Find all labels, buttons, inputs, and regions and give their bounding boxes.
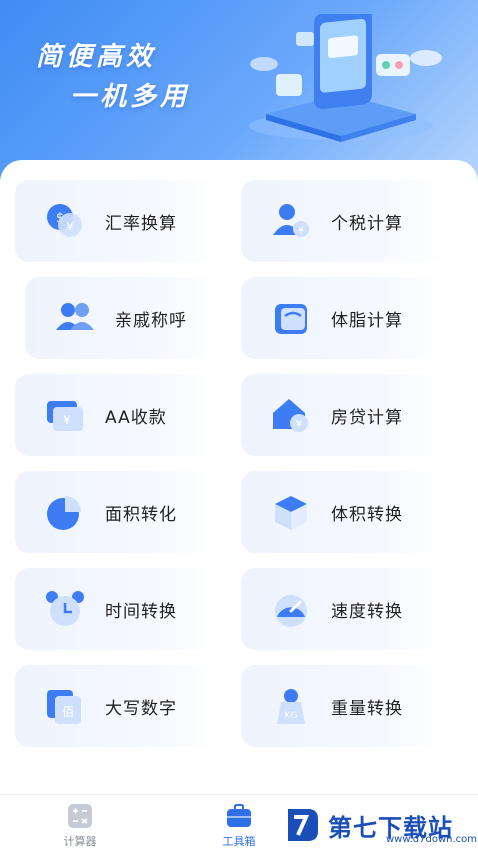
watermark-url: www.d7down.com [386,834,478,845]
area-pie-icon [43,490,87,534]
phone-illustration-icon [249,14,442,142]
site-watermark: 第七下载站 www.d7down.com [282,800,478,850]
weight-kg-icon: KG [269,684,313,728]
watermark-logo-icon [288,809,318,841]
tool-card-relatives[interactable]: 亲戚称呼 [25,277,220,359]
alarm-clock-icon [43,587,87,631]
tool-label: 速度转换 [331,601,403,622]
toolbox-panel: $¥ 汇率换算 ¥ 个税计算 亲戚称呼 体脂计算 ¥ AA收款 ¥ 房贷计算 [0,160,478,800]
svg-text:佰: 佰 [62,705,74,719]
tool-label: 体积转换 [331,504,403,525]
svg-text:¥: ¥ [298,226,304,236]
tool-card-weight[interactable]: KG 重量转换 [241,665,446,747]
tool-card-capital-number[interactable]: 佰 大写数字 [15,665,220,747]
banner-slogan-line2: 一机多用 [70,82,191,112]
tool-card-aa-payment[interactable]: ¥ AA收款 [15,374,220,456]
nav-label: 工具箱 [222,835,256,848]
house-loan-icon: ¥ [269,393,313,437]
cube-icon [269,490,313,534]
tool-label: 房贷计算 [331,407,403,428]
banner-slogan-line1: 简便高效 [36,42,157,72]
nav-tab-calculator[interactable]: 计算器 [25,795,135,851]
tool-card-house-loan[interactable]: ¥ 房贷计算 [241,374,446,456]
tool-label: 面积转化 [105,504,177,525]
nav-tab-toolbox[interactable]: 工具箱 [184,795,294,851]
calculator-icon [67,803,93,829]
tool-card-time[interactable]: 时间转换 [15,568,220,650]
svg-text:¥: ¥ [63,413,71,427]
relatives-icon [53,296,97,340]
body-fat-scale-icon [269,296,313,340]
svg-text:KG: KG [285,711,298,721]
tool-card-speed[interactable]: 速度转换 [241,568,446,650]
svg-text:¥: ¥ [67,220,74,233]
tool-card-volume[interactable]: 体积转换 [241,471,446,553]
toolbox-icon [226,803,252,829]
capital-number-icon: 佰 [43,684,87,728]
tool-label: 大写数字 [105,698,177,719]
tool-card-personal-tax[interactable]: ¥ 个税计算 [241,180,446,262]
wallet-icon: ¥ [43,393,87,437]
tool-label: 个税计算 [331,213,403,234]
tool-label: AA收款 [105,407,167,428]
tool-card-exchange-rate[interactable]: $¥ 汇率换算 [15,180,220,262]
personal-tax-icon: ¥ [269,199,313,243]
currency-exchange-icon: $¥ [43,199,87,243]
svg-text:¥: ¥ [296,419,302,430]
tool-card-area[interactable]: 面积转化 [15,471,220,553]
nav-label: 计算器 [63,835,97,848]
tool-card-body-fat[interactable]: 体脂计算 [241,277,446,359]
tool-label: 时间转换 [105,601,177,622]
tool-label: 汇率换算 [105,213,177,234]
tool-label: 体脂计算 [331,310,403,331]
speedometer-icon [269,587,313,631]
tool-label: 亲戚称呼 [115,310,187,331]
tool-label: 重量转换 [331,698,403,719]
